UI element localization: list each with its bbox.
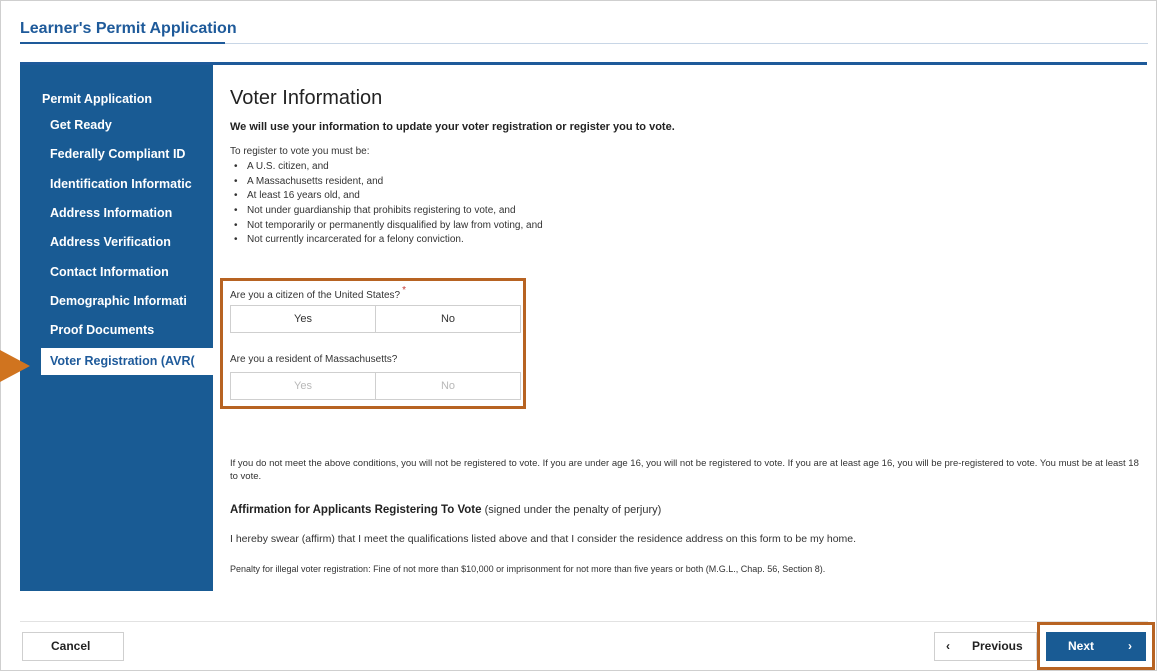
resident-question-label: Are you a resident of Massachusetts? — [230, 354, 398, 365]
arrow-pointer-icon — [0, 350, 30, 382]
list-item: A U.S. citizen, and — [234, 160, 543, 175]
sidebar-item-demographic-information[interactable]: Demographic Informati — [50, 288, 210, 315]
citizen-question-label: Are you a citizen of the United States? * — [230, 285, 406, 301]
sidebar-item-identification-information[interactable]: Identification Informatic — [50, 171, 210, 198]
citizen-toggle: Yes No — [230, 305, 521, 333]
main-content: Voter Information We will use your infor… — [213, 65, 1147, 591]
questions-highlight: Are you a citizen of the United States? *… — [220, 278, 526, 409]
list-item: Not currently incarcerated for a felony … — [234, 233, 543, 248]
sidebar-item-proof-documents[interactable]: Proof Documents — [50, 317, 210, 344]
resident-toggle: Yes No — [230, 372, 521, 400]
chevron-right-icon: › — [1128, 639, 1132, 653]
previous-button[interactable]: ‹ Previous — [934, 632, 1037, 661]
affirmation-heading: Affirmation for Applicants Registering T… — [230, 504, 661, 516]
title-underline — [20, 42, 225, 44]
sidebar-nav: Permit Application Get Ready Federally C… — [20, 65, 213, 591]
list-item: A Massachusetts resident, and — [234, 175, 543, 190]
affirmation-note: (signed under the penalty of perjury) — [484, 504, 662, 516]
sidebar-item-federally-compliant-id[interactable]: Federally Compliant ID — [50, 141, 210, 168]
next-label: Next — [1068, 639, 1095, 653]
footer-divider — [20, 621, 1148, 622]
affirmation-title: Affirmation for Applicants Registering T… — [230, 504, 482, 516]
page-title: Voter Information — [230, 87, 383, 109]
citizen-no-button[interactable]: No — [375, 306, 520, 332]
requirements-list: A U.S. citizen, and A Massachusetts resi… — [230, 160, 543, 248]
cancel-button[interactable]: Cancel — [22, 632, 124, 661]
requirements-intro: To register to vote you must be: — [230, 146, 370, 157]
previous-label: Previous — [972, 639, 1023, 653]
list-item: Not under guardianship that prohibits re… — [234, 204, 543, 219]
required-marker: * — [402, 285, 407, 296]
next-button[interactable]: Next › — [1046, 632, 1146, 661]
sidebar-heading: Permit Application — [42, 92, 152, 106]
lead-text: We will use your information to update y… — [230, 121, 675, 133]
penalty-text: Penalty for illegal voter registration: … — [230, 564, 826, 574]
resident-no-button[interactable]: No — [375, 373, 520, 399]
chevron-left-icon: ‹ — [946, 639, 950, 653]
list-item: At least 16 years old, and — [234, 189, 543, 204]
resident-yes-button[interactable]: Yes — [231, 373, 375, 399]
sidebar-item-address-information[interactable]: Address Information — [50, 200, 210, 227]
sidebar-item-address-verification[interactable]: Address Verification — [50, 229, 210, 256]
sidebar-item-get-ready[interactable]: Get Ready — [50, 112, 210, 139]
affirmation-text: I hereby swear (affirm) that I meet the … — [230, 533, 857, 545]
app-title: Learner's Permit Application — [20, 20, 237, 37]
sidebar-item-contact-information[interactable]: Contact Information — [50, 259, 210, 286]
sidebar-item-voter-registration[interactable]: Voter Registration (AVR( — [41, 348, 213, 375]
list-item: Not temporarily or permanently disqualif… — [234, 219, 543, 234]
citizen-question-text: Are you a citizen of the United States? — [230, 290, 401, 301]
citizen-yes-button[interactable]: Yes — [231, 306, 375, 332]
eligibility-notice: If you do not meet the above conditions,… — [230, 458, 1139, 482]
